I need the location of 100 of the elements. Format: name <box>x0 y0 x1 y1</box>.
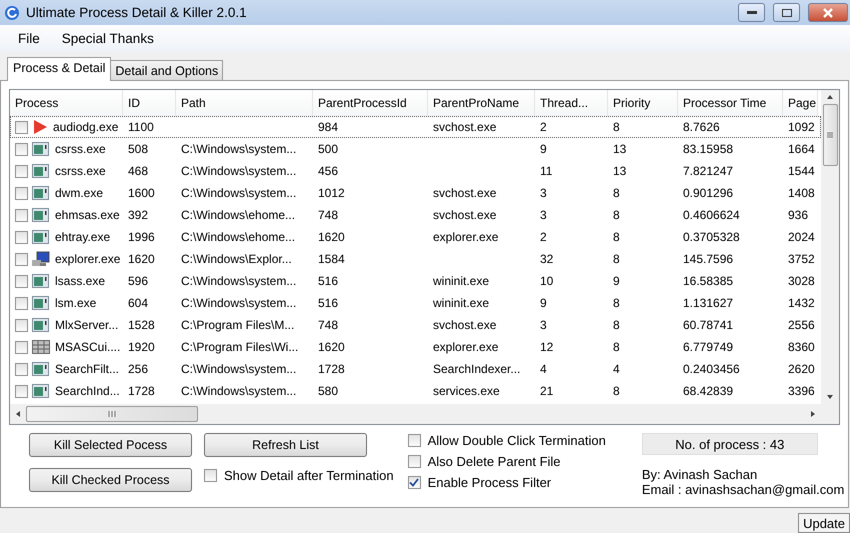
table-cell-text: C:\Windows\system... <box>180 186 298 200</box>
checkbox[interactable] <box>15 164 28 178</box>
checkbox[interactable] <box>15 186 28 200</box>
vertical-scrollbar[interactable] <box>821 90 839 424</box>
table-cell-text: 1728 <box>317 362 346 376</box>
tab[interactable]: Detail and Options <box>110 60 224 81</box>
checkbox[interactable] <box>408 476 421 489</box>
table-cell-text: 1092 <box>787 120 816 134</box>
refresh-button[interactable]: Refresh List <box>204 433 367 457</box>
play-icon <box>32 119 48 135</box>
checkbox[interactable] <box>15 340 28 354</box>
table-cell-text: 3 <box>539 186 548 200</box>
table-cell-text: C:\Windows\system... <box>180 142 298 156</box>
window-icon <box>32 163 50 179</box>
table-cell-text: 508 <box>127 142 150 156</box>
table-cell-text: 984 <box>317 120 340 134</box>
table-row[interactable]: csrss.exe 468 C:\Windows\system... 456 11 13 7.821247 1544 <box>10 160 821 182</box>
checkbox[interactable] <box>15 362 28 376</box>
table-row[interactable]: ehtray.exe 1996 C:\Windows\ehome... 1620 explorer.exe 2 8 0.3705328 2024 <box>10 226 821 248</box>
column-header[interactable]: ParentProcessId <box>313 90 428 116</box>
checkbox[interactable] <box>15 274 28 288</box>
checkbox[interactable] <box>15 208 28 222</box>
table-cell-text: explorer.exe <box>432 340 500 354</box>
table-cell-text: 256 <box>127 362 150 376</box>
table-cell-text: svchost.exe <box>432 208 498 222</box>
table-cell-text: 748 <box>317 208 340 222</box>
table-cell: lsass.exe <box>54 274 106 288</box>
table-cell: csrss.exe <box>54 142 106 156</box>
table-row[interactable]: audiodg.exe 1100 984 svchost.exe 2 8 8.7626 1092 <box>10 116 821 138</box>
column-header[interactable]: Path <box>176 90 313 116</box>
table-row[interactable]: ehmsas.exe 392 C:\Windows\ehome... 748 svchost.exe 3 8 0.4606624 936 <box>10 204 821 226</box>
checkbox[interactable] <box>204 469 217 482</box>
column-header[interactable]: Process <box>10 90 123 116</box>
kill-checked-button[interactable]: Kill Checked Process <box>29 468 192 492</box>
table-cell-text: 8360 <box>787 340 816 354</box>
column-header[interactable]: ParentProName <box>428 90 535 116</box>
tab[interactable]: Process & Detail <box>7 57 112 81</box>
email-text: Email : avinashsachan@gmail.com <box>642 482 844 497</box>
column-header[interactable]: Processor Time <box>678 90 783 116</box>
table-cell-text: 1012 <box>317 186 346 200</box>
menu-item[interactable]: File <box>10 29 48 48</box>
table-cell-text: 1620 <box>317 230 346 244</box>
table-cell-text: 1920 <box>127 340 156 354</box>
table-row[interactable]: csrss.exe 508 C:\Windows\system... 500 9 13 83.15958 1664 <box>10 138 821 160</box>
table-row[interactable]: SearchFilt... 256 C:\Windows\system... 1728 SearchIndexer... 4 4 0.2403456 2620 <box>10 358 821 380</box>
menu-item[interactable]: Special Thanks <box>54 29 162 48</box>
table-row[interactable]: lsm.exe 604 C:\Windows\system... 516 wininit.exe 9 8 1.131627 1432 <box>10 292 821 314</box>
column-header[interactable]: ID <box>123 90 176 116</box>
grip-icon <box>108 411 116 417</box>
checkbox[interactable] <box>15 318 28 332</box>
table-cell-text: 8 <box>612 186 621 200</box>
table-cell-text: 8 <box>612 296 621 310</box>
table-cell-text: wininit.exe <box>432 274 490 288</box>
table-row[interactable]: lsass.exe 596 C:\Windows\system... 516 wininit.exe 10 9 16.58385 3028 <box>10 270 821 292</box>
checkbox[interactable] <box>15 296 28 310</box>
table-cell-text: 1664 <box>787 142 816 156</box>
checkbox[interactable] <box>15 142 28 156</box>
table-cell-text: C:\Windows\Explor... <box>180 252 293 266</box>
table-row[interactable]: explorer.exe 1620 C:\Windows\Explor... 1584 32 8 145.7596 3752 <box>10 248 821 270</box>
table-cell-text: 8 <box>612 120 621 134</box>
table-cell-text: 2 <box>539 120 548 134</box>
table-cell-text: 16.58385 <box>682 274 734 288</box>
table-row[interactable]: dwm.exe 1600 C:\Windows\system... 1012 svchost.exe 3 8 0.901296 1408 <box>10 182 821 204</box>
table-cell-text: 8 <box>612 384 621 398</box>
table-cell-text: 2024 <box>787 230 816 244</box>
table-cell: explorer.exe <box>54 252 120 266</box>
table-cell-text: 9 <box>539 296 548 310</box>
column-header[interactable]: Thread... <box>535 90 608 116</box>
minimize-button[interactable] <box>738 3 765 22</box>
grid-icon <box>32 339 50 355</box>
table-cell-text: 1600 <box>127 186 156 200</box>
minimize-icon <box>746 10 756 14</box>
table-cell-text: 6.779749 <box>682 340 734 354</box>
table-row[interactable]: SearchInd... 1728 C:\Windows\system... 580 services.exe 21 8 68.42839 3396 <box>10 380 821 402</box>
table-cell-text: 0.901296 <box>682 186 734 200</box>
window-icon <box>32 185 50 201</box>
window-icon <box>32 317 50 333</box>
maximize-button[interactable] <box>773 3 800 22</box>
table-cell: ehtray.exe <box>54 230 110 244</box>
horizontal-scrollbar[interactable] <box>10 404 821 424</box>
checkbox[interactable] <box>408 434 421 447</box>
column-header[interactable]: Page <box>783 90 818 116</box>
table-row[interactable]: MSASCui.... 1920 C:\Program Files\Wi... 1620 explorer.exe 12 8 6.779749 8360 <box>10 336 821 358</box>
checkbox[interactable] <box>15 252 28 266</box>
table-cell-text: C:\Program Files\M... <box>180 318 296 332</box>
checkbox[interactable] <box>15 120 28 134</box>
table-row[interactable]: MlxServer... 1528 C:\Program Files\M... 748 svchost.exe 3 8 60.78741 2556 <box>10 314 821 336</box>
update-button[interactable]: Update <box>798 513 850 533</box>
checkbox[interactable] <box>15 230 28 244</box>
table-cell-text: 500 <box>317 142 340 156</box>
table-cell-text: 9 <box>539 142 548 156</box>
table-cell-text: 580 <box>317 384 340 398</box>
table-cell-text: svchost.exe <box>432 186 498 200</box>
checkbox[interactable] <box>408 455 421 468</box>
kill-selected-button[interactable]: Kill Selected Pocess <box>29 433 192 457</box>
column-header[interactable]: Priority <box>608 90 678 116</box>
close-button[interactable] <box>808 3 848 22</box>
table-cell-text: 516 <box>317 274 340 288</box>
table-cell-text: 392 <box>127 208 150 222</box>
checkbox[interactable] <box>15 384 28 398</box>
